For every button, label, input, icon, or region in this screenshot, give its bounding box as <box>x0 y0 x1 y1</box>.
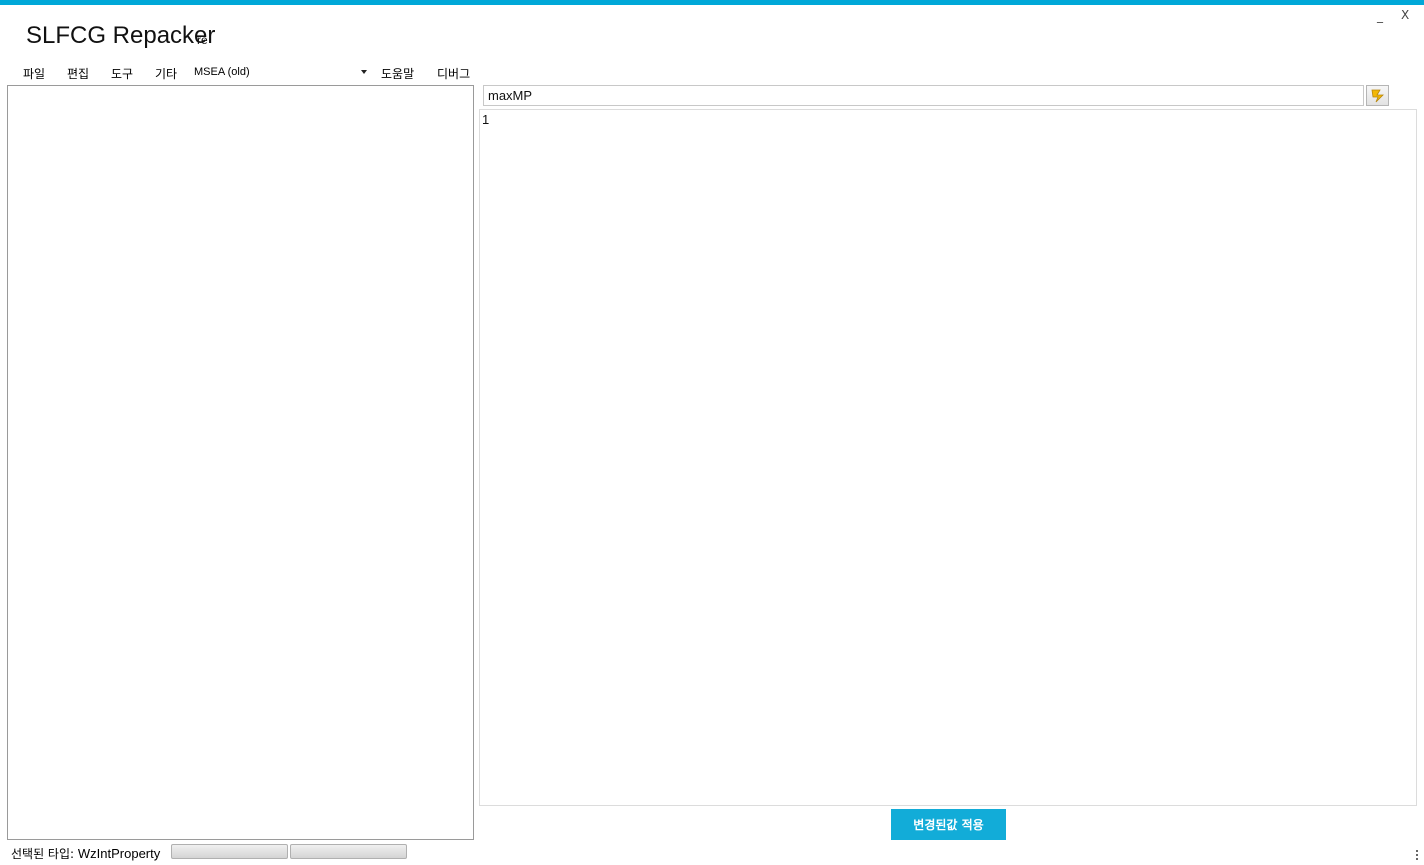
lightning-icon <box>1371 89 1384 103</box>
menu-edit[interactable]: 편집 <box>67 65 89 82</box>
selected-type-label: 선택된 타입: <box>11 847 75 861</box>
app-subtitle: re <box>197 33 208 47</box>
version-select[interactable]: MSEA (old) <box>191 63 369 82</box>
property-value-editor[interactable]: 1 <box>479 109 1417 806</box>
node-tree-panel[interactable] <box>7 85 474 840</box>
window-accent-bar <box>0 0 1424 5</box>
menu-other[interactable]: 기타 <box>155 65 177 82</box>
menu-tools[interactable]: 도구 <box>111 65 133 82</box>
status-bar: 선택된 타입: WzIntProperty <box>0 843 1424 865</box>
menu-help[interactable]: 도움말 <box>381 65 414 82</box>
progress-bar-secondary <box>290 844 407 859</box>
selected-type-text: 선택된 타입: WzIntProperty <box>11 845 160 862</box>
progress-bar-main <box>171 844 288 859</box>
menu-bar: 파일 편집 도구 기타 MSEA (old) 도움말 디버그 <box>0 63 480 83</box>
menu-debug[interactable]: 디버그 <box>437 65 470 82</box>
property-name-input[interactable] <box>483 85 1364 106</box>
apply-changes-button[interactable]: 변경된값 적용 <box>891 809 1006 840</box>
app-title: SLFCG Repacker <box>26 22 216 49</box>
resize-grip-icon[interactable] <box>1416 850 1418 860</box>
lightning-button[interactable] <box>1366 85 1389 106</box>
minimize-button[interactable]: _ <box>1377 9 1383 23</box>
close-button[interactable]: X <box>1401 8 1409 22</box>
version-select-value: MSEA (old) <box>194 66 250 78</box>
chevron-down-icon <box>361 70 367 74</box>
menu-file[interactable]: 파일 <box>23 65 45 82</box>
selected-type-value: WzIntProperty <box>77 846 161 861</box>
